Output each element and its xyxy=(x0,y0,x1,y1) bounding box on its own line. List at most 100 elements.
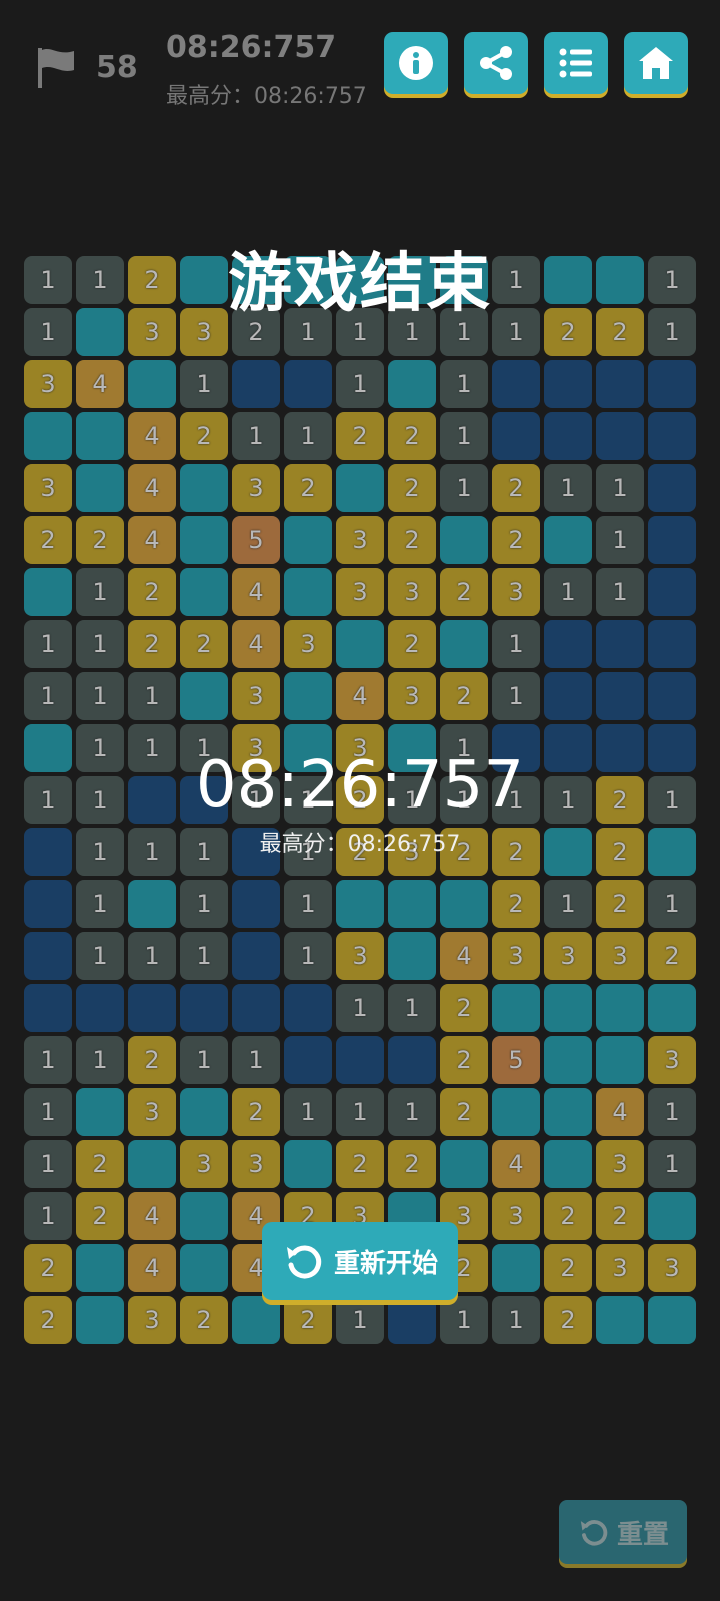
board-cell[interactable] xyxy=(492,360,540,408)
board-cell[interactable]: 4 xyxy=(128,1192,176,1240)
board-cell[interactable] xyxy=(76,1088,124,1136)
board-cell[interactable] xyxy=(648,360,696,408)
board-cell[interactable] xyxy=(232,1296,280,1344)
board-cell[interactable] xyxy=(544,1088,592,1136)
board-cell[interactable]: 3 xyxy=(596,1244,644,1292)
board-cell[interactable]: 1 xyxy=(596,516,644,564)
board-cell[interactable]: 1 xyxy=(76,568,124,616)
board-cell[interactable] xyxy=(648,1296,696,1344)
board-cell[interactable]: 1 xyxy=(596,464,644,512)
board-cell[interactable] xyxy=(232,984,280,1032)
info-button[interactable] xyxy=(384,32,448,94)
board-cell[interactable] xyxy=(128,880,176,928)
board-cell[interactable]: 2 xyxy=(284,1296,332,1344)
board-cell[interactable]: 1 xyxy=(24,1036,72,1084)
board-cell[interactable]: 1 xyxy=(596,568,644,616)
board-cell[interactable]: 1 xyxy=(440,412,488,460)
restart-button[interactable]: 重新开始 xyxy=(262,1222,458,1300)
board-cell[interactable] xyxy=(648,568,696,616)
board-cell[interactable]: 2 xyxy=(440,1036,488,1084)
board-cell[interactable]: 1 xyxy=(76,880,124,928)
board-cell[interactable]: 3 xyxy=(180,1140,228,1188)
board-cell[interactable]: 3 xyxy=(648,1244,696,1292)
board-cell[interactable]: 3 xyxy=(232,672,280,720)
board-cell[interactable] xyxy=(492,984,540,1032)
board-cell[interactable] xyxy=(24,880,72,928)
board-cell[interactable]: 3 xyxy=(336,932,384,980)
board-cell[interactable] xyxy=(440,620,488,668)
board-cell[interactable]: 1 xyxy=(440,1296,488,1344)
board-cell[interactable]: 1 xyxy=(128,932,176,980)
board-cell[interactable] xyxy=(544,516,592,564)
board-cell[interactable] xyxy=(284,516,332,564)
board-cell[interactable]: 3 xyxy=(492,1192,540,1240)
board-cell[interactable] xyxy=(440,1140,488,1188)
board-cell[interactable]: 2 xyxy=(24,516,72,564)
board-cell[interactable] xyxy=(648,620,696,668)
board-cell[interactable]: 1 xyxy=(24,1192,72,1240)
board-cell[interactable] xyxy=(648,984,696,1032)
board-cell[interactable]: 1 xyxy=(24,1140,72,1188)
board-cell[interactable]: 2 xyxy=(180,412,228,460)
board-cell[interactable]: 4 xyxy=(76,360,124,408)
board-cell[interactable]: 4 xyxy=(128,412,176,460)
board-cell[interactable]: 3 xyxy=(596,932,644,980)
board-cell[interactable]: 1 xyxy=(76,932,124,980)
board-cell[interactable]: 1 xyxy=(76,620,124,668)
board-cell[interactable]: 1 xyxy=(440,360,488,408)
board-cell[interactable]: 1 xyxy=(128,672,176,720)
board-cell[interactable]: 1 xyxy=(24,1088,72,1136)
board-cell[interactable] xyxy=(180,516,228,564)
board-cell[interactable] xyxy=(492,412,540,460)
board-cell[interactable] xyxy=(24,932,72,980)
home-button[interactable] xyxy=(624,32,688,94)
board-cell[interactable]: 2 xyxy=(648,932,696,980)
board-cell[interactable]: 2 xyxy=(440,568,488,616)
board-cell[interactable]: 2 xyxy=(284,464,332,512)
board-cell[interactable]: 4 xyxy=(128,464,176,512)
board-cell[interactable] xyxy=(544,1036,592,1084)
board-cell[interactable] xyxy=(284,1140,332,1188)
board-cell[interactable]: 1 xyxy=(492,1296,540,1344)
board-cell[interactable]: 4 xyxy=(128,1244,176,1292)
board-cell[interactable] xyxy=(596,984,644,1032)
board-cell[interactable]: 2 xyxy=(440,1088,488,1136)
board-cell[interactable] xyxy=(336,620,384,668)
board-cell[interactable] xyxy=(596,412,644,460)
share-button[interactable] xyxy=(464,32,528,94)
board-cell[interactable] xyxy=(128,1140,176,1188)
board-cell[interactable]: 1 xyxy=(180,360,228,408)
board-cell[interactable]: 1 xyxy=(440,464,488,512)
board-cell[interactable]: 2 xyxy=(388,464,436,512)
board-cell[interactable]: 3 xyxy=(388,672,436,720)
board-cell[interactable] xyxy=(76,412,124,460)
board-cell[interactable] xyxy=(284,568,332,616)
reset-button[interactable]: 重置 xyxy=(559,1500,687,1564)
board-cell[interactable] xyxy=(180,568,228,616)
board-cell[interactable]: 2 xyxy=(388,620,436,668)
board-cell[interactable] xyxy=(388,1036,436,1084)
board-cell[interactable]: 2 xyxy=(76,516,124,564)
board-cell[interactable]: 2 xyxy=(336,1140,384,1188)
board-cell[interactable]: 1 xyxy=(284,1088,332,1136)
board-cell[interactable]: 2 xyxy=(440,672,488,720)
board-cell[interactable] xyxy=(24,412,72,460)
board-cell[interactable] xyxy=(180,1088,228,1136)
board-cell[interactable] xyxy=(284,1036,332,1084)
board-cell[interactable]: 2 xyxy=(440,984,488,1032)
board-cell[interactable]: 2 xyxy=(596,880,644,928)
board-cell[interactable] xyxy=(648,412,696,460)
board-cell[interactable]: 2 xyxy=(388,412,436,460)
board-cell[interactable] xyxy=(440,516,488,564)
board-cell[interactable]: 2 xyxy=(128,620,176,668)
board-cell[interactable] xyxy=(544,620,592,668)
board-cell[interactable]: 1 xyxy=(284,412,332,460)
board-cell[interactable]: 2 xyxy=(24,1296,72,1344)
board-cell[interactable]: 2 xyxy=(492,464,540,512)
board-cell[interactable]: 1 xyxy=(284,880,332,928)
board-cell[interactable] xyxy=(492,1088,540,1136)
board-cell[interactable]: 1 xyxy=(336,1296,384,1344)
board-cell[interactable]: 1 xyxy=(648,880,696,928)
board-cell[interactable] xyxy=(76,984,124,1032)
board-cell[interactable]: 2 xyxy=(180,620,228,668)
